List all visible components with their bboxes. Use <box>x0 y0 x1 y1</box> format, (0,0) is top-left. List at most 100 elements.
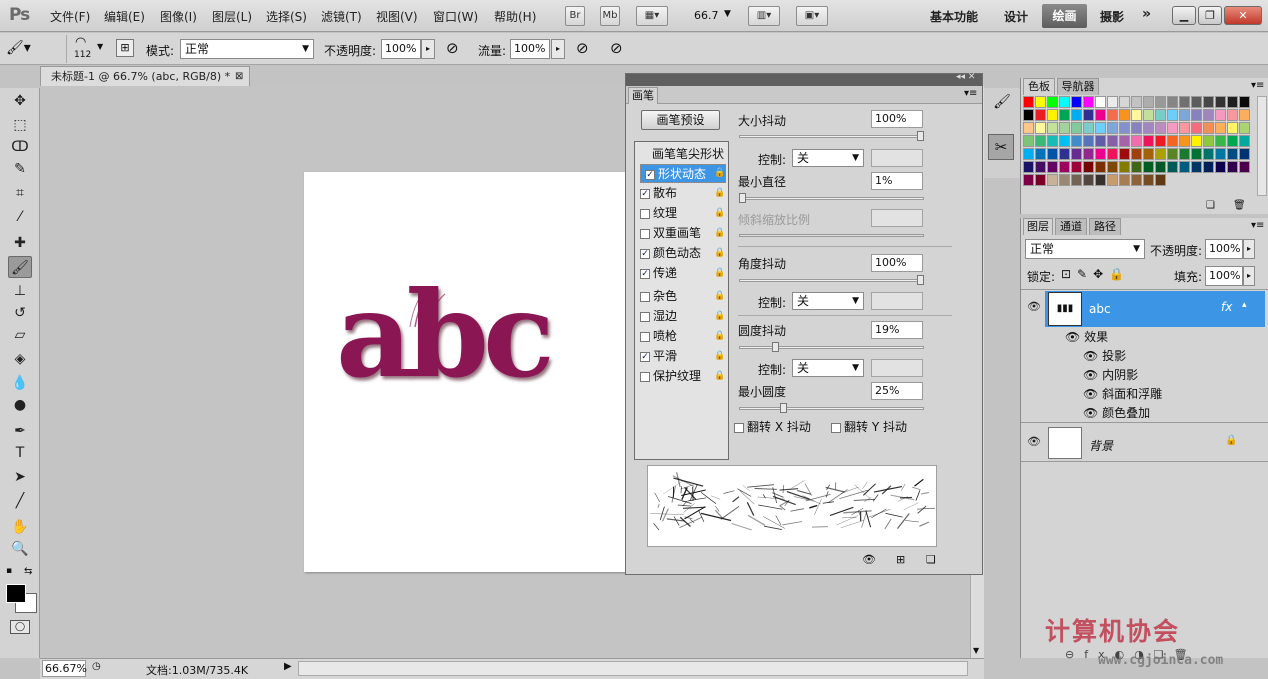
checkbox[interactable] <box>831 422 841 433</box>
swatch[interactable] <box>1071 122 1082 134</box>
swatch[interactable] <box>1023 174 1034 186</box>
workspace-photography[interactable]: 摄影 <box>1100 8 1124 25</box>
swatch[interactable] <box>1167 135 1178 147</box>
pressure-size-icon[interactable]: ⊘ <box>610 39 623 57</box>
swatch[interactable] <box>1143 174 1154 186</box>
lock-icon[interactable]: 🔒 <box>714 188 725 198</box>
checkbox[interactable]: ✓ <box>640 268 650 279</box>
menu-window[interactable]: 窗口(W) <box>433 8 478 25</box>
swatch[interactable] <box>1203 135 1214 147</box>
eye-icon[interactable]: 👁 <box>1083 368 1098 382</box>
min-roundness-input[interactable]: 25% <box>871 382 923 400</box>
horizontal-scrollbar[interactable] <box>298 661 968 676</box>
slider-knob[interactable] <box>772 342 779 352</box>
foreground-color-swatch[interactable] <box>6 584 26 603</box>
swatch[interactable] <box>1047 148 1058 160</box>
swatch[interactable] <box>1047 161 1058 173</box>
swatch-scrollbar[interactable] <box>1257 96 1267 196</box>
layer-row-abc[interactable]: 👁 ▮▮▮ abc fx ▴ <box>1021 289 1268 327</box>
eye-icon[interactable]: 👁 <box>1027 435 1041 448</box>
min-roundness-slider[interactable] <box>739 407 924 410</box>
swatch[interactable] <box>1059 135 1070 147</box>
swatch[interactable] <box>1035 174 1046 186</box>
arrange-documents-icon[interactable]: ▥▾ <box>748 6 780 26</box>
swatch[interactable] <box>1203 161 1214 173</box>
swatch[interactable] <box>1239 109 1250 121</box>
menu-edit[interactable]: 编辑(E) <box>104 8 145 25</box>
checkbox[interactable] <box>640 291 650 302</box>
eye-icon[interactable]: 👁 <box>1083 387 1098 401</box>
menu-layer[interactable]: 图层(L) <box>212 8 252 25</box>
swatch[interactable] <box>1131 96 1142 108</box>
more-workspaces-icon[interactable]: » <box>1142 6 1151 22</box>
checkbox[interactable]: ✓ <box>640 351 650 362</box>
swatch[interactable] <box>1095 161 1106 173</box>
mode-select[interactable]: 正常 ▼ <box>180 39 314 59</box>
swatch[interactable] <box>1095 135 1106 147</box>
layer-opacity-input[interactable]: 100% <box>1205 239 1243 259</box>
checkbox[interactable] <box>734 422 744 433</box>
swatch[interactable] <box>1083 96 1094 108</box>
swatch[interactable] <box>1095 148 1106 160</box>
swatch[interactable] <box>1071 148 1082 160</box>
swatch[interactable] <box>1023 96 1034 108</box>
brush-tool-preset-icon[interactable]: 🖌▾ <box>6 40 31 56</box>
size-jitter-slider[interactable] <box>739 135 924 138</box>
swatch[interactable] <box>1035 148 1046 160</box>
document-tab[interactable]: 未标题-1 @ 66.7% (abc, RGB/8) * ⊠ <box>40 66 250 86</box>
menu-select[interactable]: 选择(S) <box>266 8 307 25</box>
menu-view[interactable]: 视图(V) <box>376 8 418 25</box>
swatch[interactable] <box>1131 174 1142 186</box>
swatch[interactable] <box>1155 148 1166 160</box>
swatch[interactable] <box>1239 96 1250 108</box>
swatch[interactable] <box>1143 161 1154 173</box>
default-colors-icon[interactable]: ▪ <box>6 566 12 576</box>
workspace-essentials[interactable]: 基本功能 <box>930 8 978 25</box>
view-extras-icon[interactable]: ▦▾ <box>636 6 668 26</box>
lock-icon[interactable]: 🔒 <box>714 208 725 218</box>
pressure-opacity-icon[interactable]: ⊘ <box>446 39 459 57</box>
minimize-icon[interactable]: ▁ <box>1172 6 1196 25</box>
path-selection-tool-icon[interactable]: ➤ <box>8 466 32 488</box>
swatch[interactable] <box>1071 135 1082 147</box>
swatch[interactable] <box>1191 148 1202 160</box>
crop-tool-icon[interactable]: ⌗ <box>8 182 32 204</box>
swatch[interactable] <box>1179 96 1190 108</box>
zoom-level[interactable]: 66.7 <box>694 9 719 22</box>
checkbox[interactable] <box>640 208 650 219</box>
swatch[interactable] <box>1155 122 1166 134</box>
swatch[interactable] <box>1095 174 1106 186</box>
swatch[interactable] <box>1083 174 1094 186</box>
lock-icon[interactable]: 🔒 <box>714 248 725 258</box>
workspace-design[interactable]: 设计 <box>1004 8 1028 25</box>
brush-presets-button[interactable]: 画笔预设 <box>641 110 720 130</box>
swatch[interactable] <box>1119 135 1130 147</box>
effect-inner-shadow[interactable]: 👁 内阴影 <box>1083 366 1138 383</box>
menu-image[interactable]: 图像(I) <box>160 8 197 25</box>
swatch[interactable] <box>1119 174 1130 186</box>
menu-help[interactable]: 帮助(H) <box>494 8 536 25</box>
lock-icon[interactable]: 🔒 <box>714 351 725 361</box>
move-tool-icon[interactable]: ✥ <box>8 90 32 112</box>
close-icon[interactable]: ✕ <box>1224 6 1262 25</box>
roundness-jitter-input[interactable]: 19% <box>871 321 923 339</box>
lasso-tool-icon[interactable]: ↀ <box>8 136 32 158</box>
quick-selection-tool-icon[interactable]: ✎ <box>8 158 32 180</box>
swatch[interactable] <box>1047 174 1058 186</box>
slider-knob[interactable] <box>917 275 924 285</box>
swatch[interactable] <box>1119 109 1130 121</box>
layer-name[interactable]: 背景 <box>1089 437 1113 454</box>
swatch[interactable] <box>1119 122 1130 134</box>
swatch[interactable] <box>1143 96 1154 108</box>
swatch[interactable] <box>1083 122 1094 134</box>
eye-icon[interactable]: 👁 <box>1027 300 1041 313</box>
fill-slider-button[interactable]: ▸ <box>1243 266 1255 286</box>
swatch[interactable] <box>1119 161 1130 173</box>
opacity-slider-button[interactable]: ▸ <box>421 39 435 59</box>
swatch[interactable] <box>1023 135 1034 147</box>
effect-bevel-emboss[interactable]: 👁 斜面和浮雕 <box>1083 385 1162 402</box>
swatch[interactable] <box>1047 135 1058 147</box>
size-jitter-input[interactable]: 100% <box>871 110 923 128</box>
swatch[interactable] <box>1215 135 1226 147</box>
swatch[interactable] <box>1203 96 1214 108</box>
